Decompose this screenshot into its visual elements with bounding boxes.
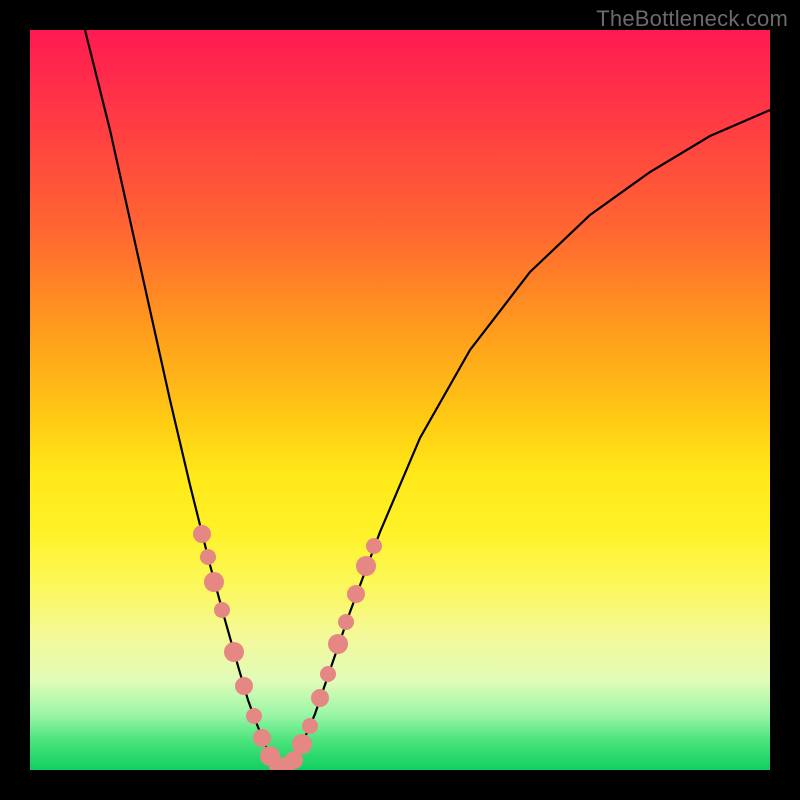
chart-frame: TheBottleneck.com	[0, 0, 800, 800]
highlight-point	[356, 556, 376, 576]
watermark-text: TheBottleneck.com	[596, 6, 788, 32]
highlight-point	[328, 634, 348, 654]
highlight-point	[235, 677, 253, 695]
highlight-point	[320, 666, 336, 682]
highlight-point	[193, 525, 211, 543]
highlight-point	[224, 642, 244, 662]
highlight-markers	[193, 525, 382, 770]
plot-area	[30, 30, 770, 770]
highlight-point	[302, 718, 318, 734]
curve-layer	[30, 30, 770, 770]
bottleneck-curve	[85, 30, 770, 768]
highlight-point	[200, 549, 216, 565]
highlight-point	[311, 689, 329, 707]
highlight-point	[204, 572, 224, 592]
highlight-point	[366, 538, 382, 554]
highlight-point	[347, 585, 365, 603]
highlight-point	[338, 614, 354, 630]
highlight-point	[253, 729, 271, 747]
highlight-point	[214, 602, 230, 618]
highlight-point	[292, 734, 312, 754]
highlight-point	[246, 708, 262, 724]
